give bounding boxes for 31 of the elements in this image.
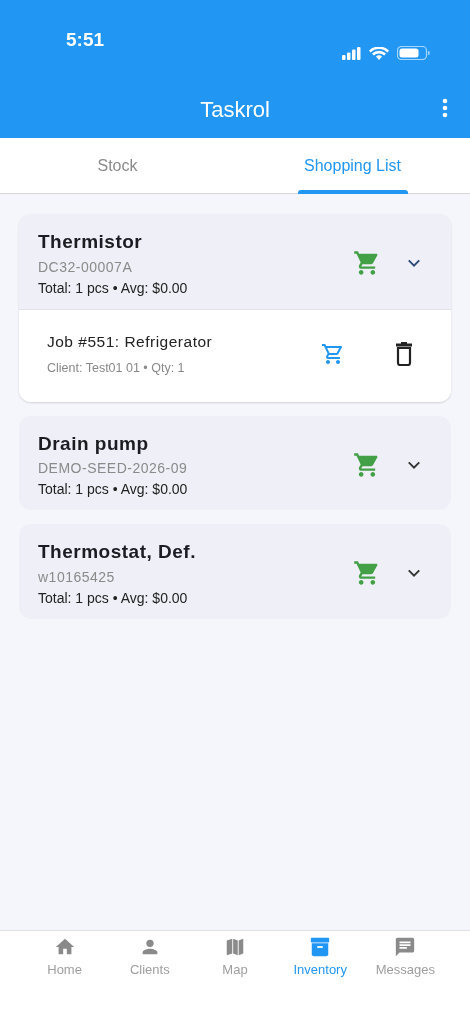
add-to-cart-button[interactable] [321,341,345,366]
nav-tab[interactable]: Map [192,931,278,1024]
signal-icon [342,46,361,60]
part-number: w10165425 [38,567,116,587]
item-summary: Total: 1 pcs • Avg: $0.00 [38,278,189,298]
nav-tab[interactable]: Messages [362,931,448,1024]
item-name: Drain pump [38,431,150,456]
chat-icon [394,936,417,958]
delete-button[interactable] [393,341,415,366]
job-title: Job #551: Refrigerator [47,331,214,352]
status-time: 5:51 [66,28,105,52]
tab[interactable]: Shopping List [235,138,470,193]
job-detail: Client: Test01 01 • Qty: 1 [47,359,186,377]
app-title: Taskrol [200,95,270,124]
item-summary: Total: 1 pcs • Avg: $0.00 [38,588,189,608]
battery-icon [397,46,430,60]
item-name: Thermistor [38,230,144,254]
archive-box-icon [309,936,332,958]
nav-tab[interactable]: Clients [107,931,193,1024]
cart-icon [321,341,345,366]
map-icon [224,936,246,958]
part-number: DC32-00007A [38,257,134,277]
wifi-icon [369,46,389,60]
tab[interactable]: Stock [0,138,235,193]
nav-tab[interactable]: Home [22,931,108,1024]
item-name: Thermostat, Def. [38,540,197,564]
item-summary: Total: 1 pcs • Avg: $0.00 [38,480,189,499]
trash-icon [393,341,415,366]
more-menu-icon[interactable] [442,98,448,118]
nav-tab[interactable]: Inventory [277,931,363,1024]
part-number: DEMO-SEED-2026-09 [38,459,189,478]
